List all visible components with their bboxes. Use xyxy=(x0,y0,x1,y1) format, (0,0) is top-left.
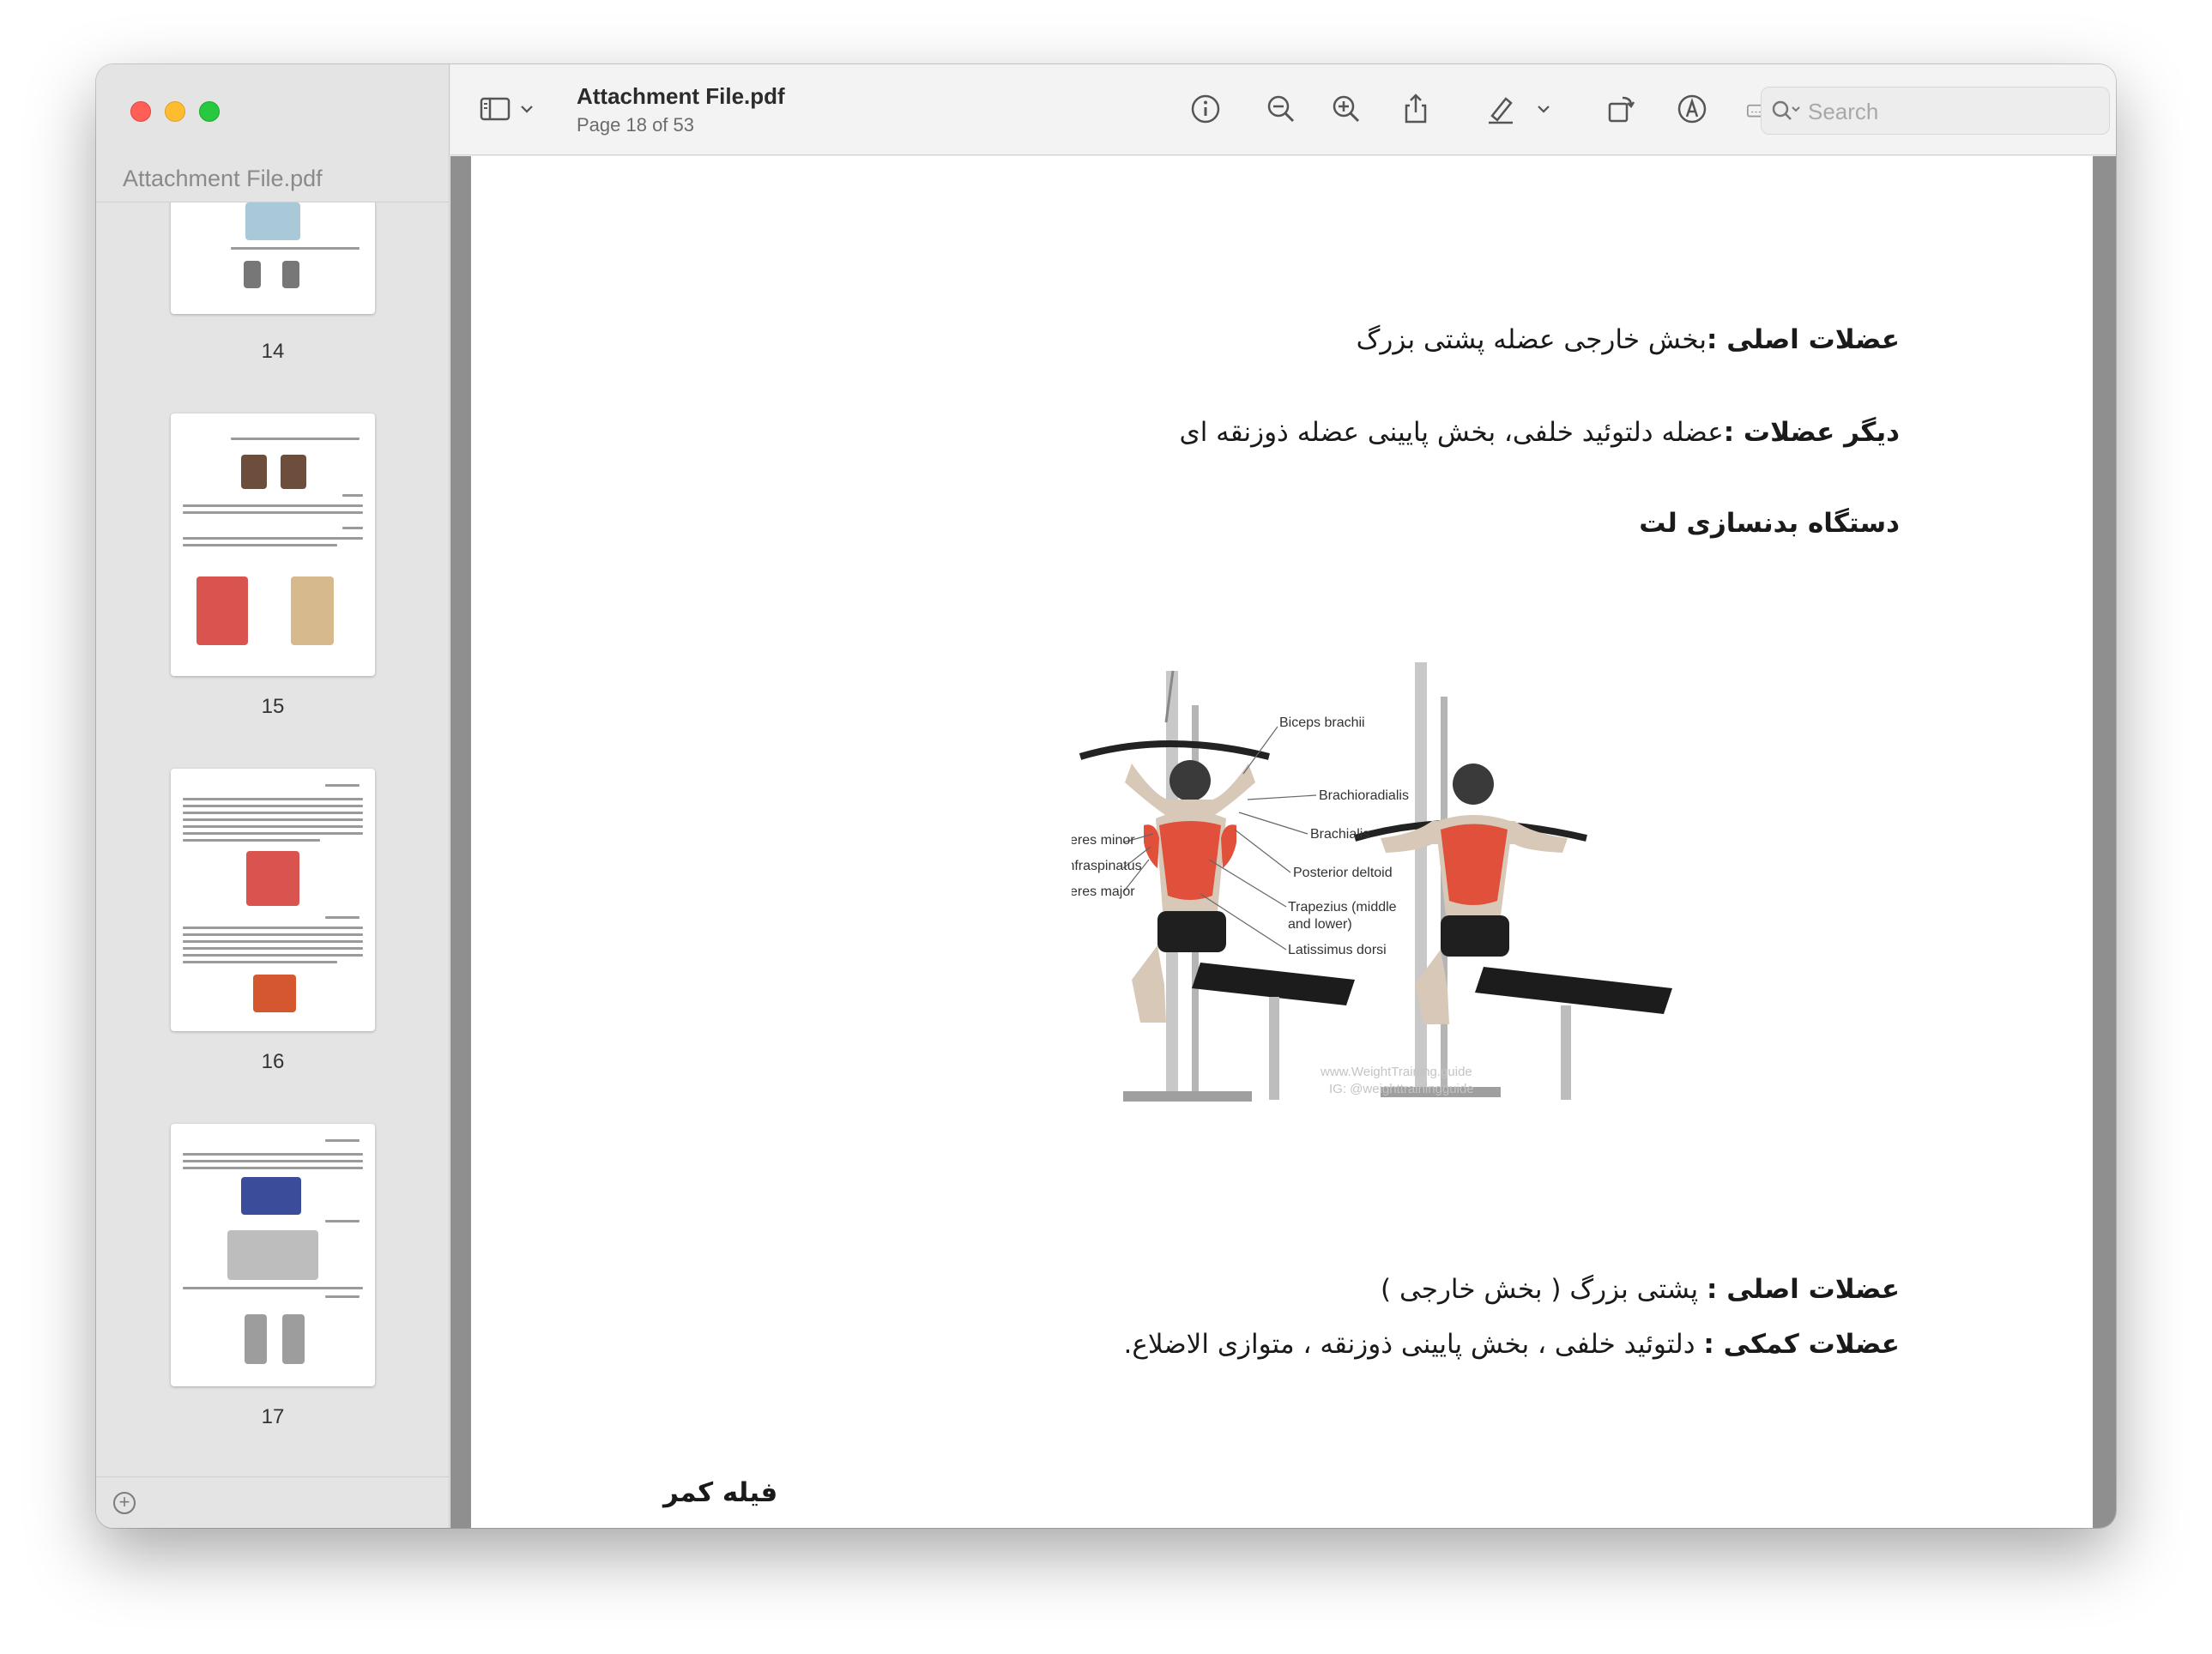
zoom-in-icon[interactable] xyxy=(1326,88,1367,130)
rotate-icon[interactable] xyxy=(1600,88,1641,130)
thumbnail-page-15[interactable] xyxy=(171,414,375,676)
thumbnail-sidebar: Attachment File.pdf 14 15 16 17 + xyxy=(96,64,450,1528)
text-bold: عضلات اصلی : xyxy=(1707,1274,1900,1305)
pdf-page-18: عضلات اصلی :بخش خارجی عضله پشتی بزرگ دیگ… xyxy=(471,156,2093,1528)
label-latissimus: Latissimus dorsi xyxy=(1288,943,1387,957)
thumbnail-page-14[interactable] xyxy=(171,202,375,314)
sidebar-footer: + xyxy=(96,1476,449,1528)
thumbnail-label: 15 xyxy=(261,695,285,718)
text-regular: بخش خارجی عضله پشتی بزرگ xyxy=(1356,324,1707,355)
document-title: Attachment File.pdf xyxy=(577,83,785,109)
chevron-down-icon[interactable] xyxy=(514,88,540,130)
section-heading: فیله کمر xyxy=(663,1477,778,1508)
section-heading: دستگاه بدنسازی لت xyxy=(1639,508,1900,539)
preview-window: Attachment File.pdf 14 15 16 17 + Attach… xyxy=(96,64,2116,1528)
highlight-pen-icon[interactable] xyxy=(1480,88,1521,130)
thumbnail-label: 14 xyxy=(261,340,285,363)
text-regular: پشتی بزرگ ( بخش خارجی ) xyxy=(1381,1274,1707,1305)
bench-leg-right xyxy=(1561,1005,1571,1100)
text-regular: دلتوئید خلفی ، بخش پایینی ذوزنقه ، متواز… xyxy=(1123,1329,1704,1360)
sidebar-toggle-icon[interactable] xyxy=(474,88,516,130)
text-line: عضلات اصلی :بخش خارجی عضله پشتی بزرگ xyxy=(1357,324,1900,355)
window-controls xyxy=(130,101,220,122)
thumbnail-list[interactable]: 14 15 16 17 xyxy=(96,202,449,1481)
thumbnail-label: 17 xyxy=(261,1405,285,1428)
label-trapezius-1: Trapezius (middle xyxy=(1288,900,1397,915)
page-indicator: Page 18 of 53 xyxy=(577,114,695,136)
thumbnail-page-17[interactable] xyxy=(171,1124,375,1386)
sidebar-title: Attachment File.pdf xyxy=(123,166,323,191)
search-icon xyxy=(1768,96,1803,127)
watermark-line-1: www.WeightTraining.guide xyxy=(1320,1065,1472,1079)
label-teres-minor: Teres minor xyxy=(1072,833,1135,848)
search-placeholder: Search xyxy=(1808,99,1879,124)
toolbar: Attachment File.pdf Page 18 of 53 Search xyxy=(450,64,2116,155)
text-bold: عضلات کمکی : xyxy=(1703,1329,1900,1360)
bench-right xyxy=(1475,967,1672,1014)
text-line: عضلات اصلی : پشتی بزرگ ( بخش خارجی ) xyxy=(1381,1274,1900,1305)
label-teres-major: Teres major xyxy=(1072,884,1135,899)
minimize-button[interactable] xyxy=(165,101,185,122)
text-regular: عضله دلتوئید خلفی، بخش پایینی عضله ذوزنق… xyxy=(1179,417,1724,448)
thumbnail-page-16[interactable] xyxy=(171,769,375,1031)
chevron-down-icon[interactable] xyxy=(1531,88,1556,130)
add-icon[interactable]: + xyxy=(113,1492,136,1514)
info-icon[interactable] xyxy=(1185,88,1226,130)
label-infraspinatus: Infraspinatus xyxy=(1072,859,1142,873)
maximize-button[interactable] xyxy=(199,101,220,122)
search-field[interactable]: Search xyxy=(1761,87,2110,135)
zoom-out-icon[interactable] xyxy=(1260,88,1302,130)
bench-leg-left xyxy=(1269,997,1279,1100)
lat-pulldown-figure: Biceps brachii Brachioradialis Brachiali… xyxy=(1063,654,1724,1194)
thumbnail-label: 16 xyxy=(261,1050,285,1073)
label-biceps: Biceps brachii xyxy=(1279,715,1365,730)
text-bold: دیگر عضلات : xyxy=(1723,417,1900,448)
label-posterior-deltoid: Posterior deltoid xyxy=(1293,866,1393,880)
text-line: دیگر عضلات :عضله دلتوئید خلفی، بخش پایین… xyxy=(1179,417,1900,448)
markup-icon[interactable] xyxy=(1671,88,1713,130)
share-icon[interactable] xyxy=(1395,88,1436,130)
text-bold: عضلات اصلی : xyxy=(1707,324,1900,355)
label-trapezius-2: and lower) xyxy=(1288,917,1352,932)
label-brachialis: Brachialis xyxy=(1310,827,1369,842)
label-brachioradialis: Brachioradialis xyxy=(1319,788,1409,803)
text-line: عضلات کمکی : دلتوئید خلفی ، بخش پایینی ذ… xyxy=(1124,1329,1901,1360)
close-button[interactable] xyxy=(130,101,151,122)
watermark-line-2: IG: @weighttrainingguide xyxy=(1329,1082,1474,1096)
